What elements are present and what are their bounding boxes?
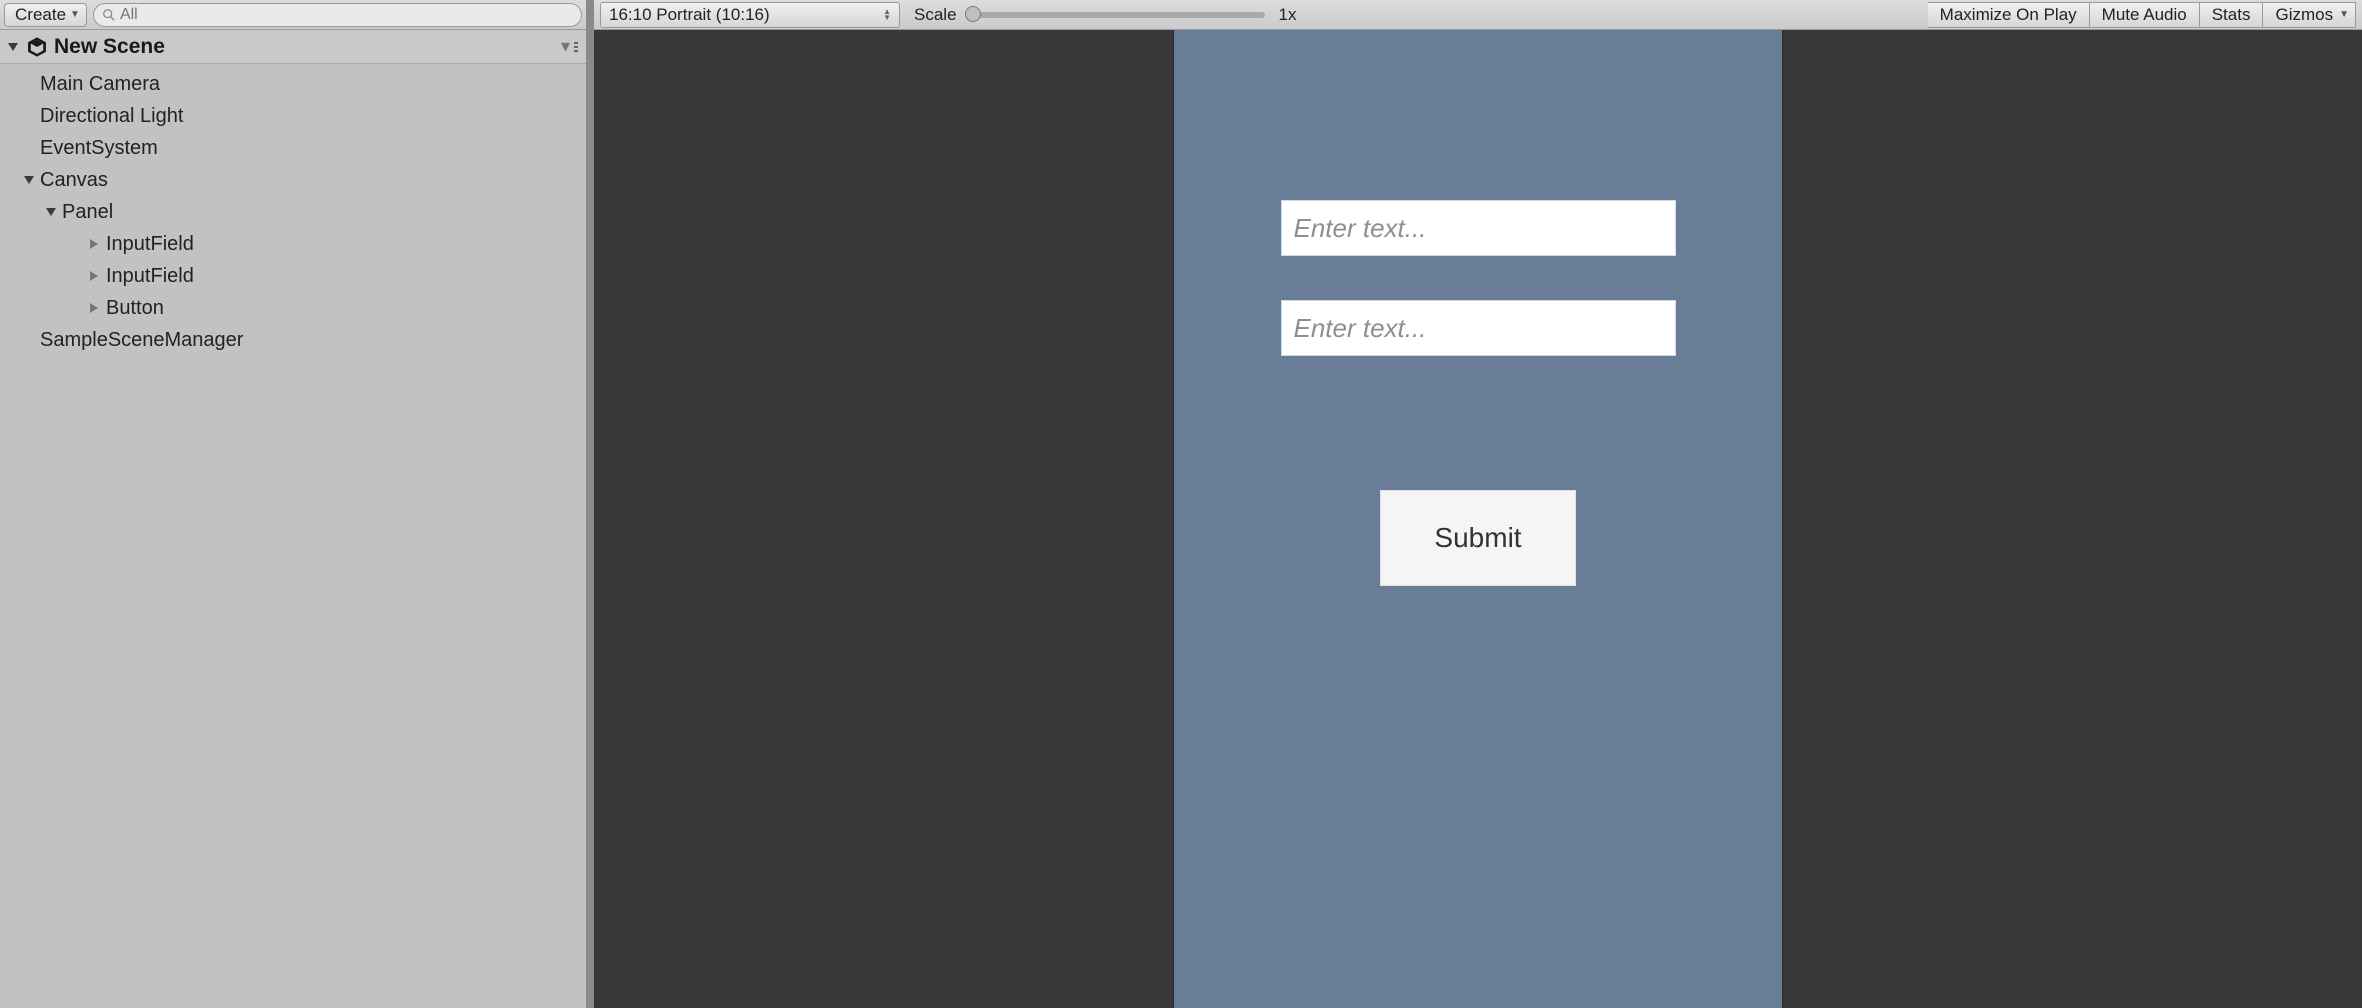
hierarchy-item-directional-light[interactable]: Directional Light — [0, 100, 586, 132]
hierarchy-item-label: EventSystem — [40, 137, 158, 160]
button-label: Mute Audio — [2102, 5, 2187, 25]
hierarchy-panel: Create ▼ New Scene ▾ Main Cam — [0, 0, 588, 1008]
submit-button[interactable]: Submit — [1380, 490, 1576, 586]
canvas-render: Submit — [1173, 30, 1783, 1008]
foldout-right-icon[interactable] — [90, 239, 98, 249]
stepper-icon: ▲▼ — [883, 9, 891, 21]
hierarchy-search[interactable] — [93, 3, 582, 27]
scene-header[interactable]: New Scene ▾ — [0, 30, 586, 64]
unity-editor: Create ▼ New Scene ▾ Main Cam — [0, 0, 2362, 1008]
slider-thumb-icon[interactable] — [965, 6, 981, 22]
button-label: Stats — [2212, 5, 2251, 25]
hierarchy-item-label: Panel — [62, 201, 113, 224]
hierarchy-item-label: Canvas — [40, 169, 108, 192]
stats-button[interactable]: Stats — [2200, 2, 2264, 28]
inputfield-2[interactable] — [1281, 300, 1676, 356]
aspect-ratio-dropdown[interactable]: 16:10 Portrait (10:16) ▲▼ — [600, 2, 900, 28]
hierarchy-item-label: Main Camera — [40, 73, 160, 96]
maximize-on-play-button[interactable]: Maximize On Play — [1928, 2, 2090, 28]
game-toolbar: 16:10 Portrait (10:16) ▲▼ Scale 1x Maxim… — [594, 0, 2362, 30]
scale-control: Scale 1x — [914, 5, 1297, 25]
hierarchy-item-label: InputField — [106, 233, 194, 256]
hierarchy-toolbar: Create ▼ — [0, 0, 586, 30]
foldout-down-icon[interactable] — [24, 176, 34, 184]
scene-title: New Scene — [54, 35, 165, 59]
hierarchy-item-label: SampleSceneManager — [40, 329, 243, 352]
scale-slider[interactable] — [965, 12, 1265, 18]
search-icon — [102, 8, 116, 22]
foldout-down-icon[interactable] — [8, 43, 18, 51]
mute-audio-button[interactable]: Mute Audio — [2090, 2, 2200, 28]
create-label: Create — [15, 5, 66, 25]
foldout-down-icon[interactable] — [46, 208, 56, 216]
unity-logo-icon — [26, 36, 48, 58]
hierarchy-item-main-camera[interactable]: Main Camera — [0, 68, 586, 100]
scale-value: 1x — [1279, 5, 1297, 25]
dropdown-arrow-icon: ▼ — [70, 9, 80, 20]
button-label: Gizmos — [2275, 5, 2333, 25]
gizmos-button[interactable]: Gizmos ▼ — [2263, 2, 2356, 28]
hierarchy-item-label: Button — [106, 297, 164, 320]
create-button[interactable]: Create ▼ — [4, 3, 87, 27]
hierarchy-item-inputfield-2[interactable]: InputField — [0, 260, 586, 292]
hierarchy-tree: Main Camera Directional Light EventSyste… — [0, 64, 586, 356]
hierarchy-item-panel[interactable]: Panel — [0, 196, 586, 228]
inputfield-1[interactable] — [1281, 200, 1676, 256]
hierarchy-item-label: Directional Light — [40, 105, 183, 128]
popup-icon[interactable]: ▾ — [561, 36, 570, 57]
dropdown-arrow-icon: ▼ — [2339, 9, 2349, 20]
button-label: Maximize On Play — [1940, 5, 2077, 25]
hierarchy-item-canvas[interactable]: Canvas — [0, 164, 586, 196]
hierarchy-item-eventsystem[interactable]: EventSystem — [0, 132, 586, 164]
aspect-ratio-label: 16:10 Portrait (10:16) — [609, 5, 770, 25]
scale-label: Scale — [914, 5, 957, 25]
hierarchy-item-samplescenemanager[interactable]: SampleSceneManager — [0, 324, 586, 356]
foldout-right-icon[interactable] — [90, 303, 98, 313]
hierarchy-item-label: InputField — [106, 265, 194, 288]
game-viewport: Submit — [594, 30, 2362, 1008]
game-view-panel: 16:10 Portrait (10:16) ▲▼ Scale 1x Maxim… — [588, 0, 2362, 1008]
hierarchy-search-input[interactable] — [120, 6, 573, 24]
foldout-right-icon[interactable] — [90, 271, 98, 281]
hierarchy-item-button[interactable]: Button — [0, 292, 586, 324]
scene-header-options[interactable]: ▾ — [561, 36, 578, 57]
context-menu-icon[interactable] — [574, 42, 578, 52]
hierarchy-item-inputfield-1[interactable]: InputField — [0, 228, 586, 260]
